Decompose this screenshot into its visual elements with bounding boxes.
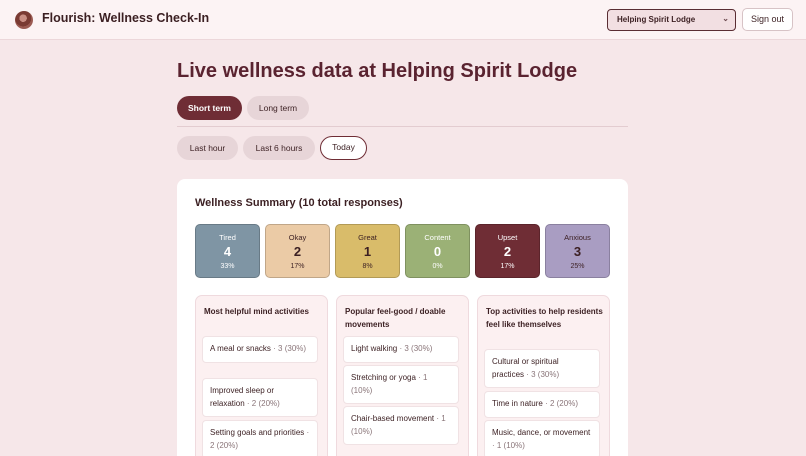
mood-label: Tired — [219, 233, 236, 242]
mood-percent: 0% — [432, 263, 443, 270]
lodge-select[interactable]: Helping Spirit Lodge ⌄ — [607, 9, 736, 31]
list-item: Light walking · 3 (30%) — [343, 336, 459, 363]
app-title: Flourish: Wellness Check-In — [42, 11, 210, 25]
mood-label: Content — [424, 233, 451, 242]
list-item: A meal or snacks · 3 (30%) — [202, 336, 318, 363]
item-meta: · 3 (30%) — [399, 344, 433, 353]
item-label: A meal or snacks — [210, 344, 271, 353]
mood-percent: 8% — [362, 263, 373, 270]
feel-like-themselves-panel: Top activities to help residents feel li… — [477, 295, 610, 456]
filter-today[interactable]: Today — [320, 136, 367, 160]
mood-tile-okay: Okay 2 17% — [265, 224, 330, 278]
mood-tile-great: Great 1 8% — [335, 224, 400, 278]
tab-long-term[interactable]: Long term — [247, 96, 309, 120]
list-item: Setting goals and priorities · 2 (20%) — [202, 420, 318, 456]
panel-title: Popular feel-good / doable movements — [345, 307, 446, 329]
mood-label: Upset — [497, 233, 518, 242]
list-item: Music, dance, or movement · 1 (10%) — [484, 420, 600, 456]
summary-title: Wellness Summary (10 total responses) — [195, 197, 403, 209]
mood-percent: 17% — [500, 263, 515, 270]
app-header: Flourish: Wellness Check-In Helping Spir… — [0, 0, 806, 40]
wellness-summary-card: Wellness Summary (10 total responses) Ti… — [177, 179, 628, 456]
mood-tile-tired: Tired 4 33% — [195, 224, 260, 278]
mood-percent: 33% — [220, 263, 235, 270]
app-logo-icon — [15, 11, 33, 29]
mood-tile-content: Content 0 0% — [405, 224, 470, 278]
item-label: Chair-based movement — [351, 414, 435, 423]
mood-count: 4 — [223, 244, 232, 259]
tab-short-term[interactable]: Short term — [177, 96, 242, 120]
chevron-down-icon: ⌄ — [722, 14, 729, 23]
list-item: Time in nature · 2 (20%) — [484, 391, 600, 418]
item-label: Music, dance, or movement — [492, 428, 591, 437]
mood-tile-upset: Upset 2 17% — [475, 224, 540, 278]
panel-title: Top activities to help residents feel li… — [486, 307, 603, 329]
filter-last-hour[interactable]: Last hour — [177, 136, 238, 160]
panel-title: Most helpful mind activities — [204, 307, 309, 316]
item-meta: · 3 (30%) — [273, 344, 307, 353]
item-meta: · 3 (30%) — [526, 369, 560, 379]
mind-activities-panel: Most helpful mind activities A meal or s… — [195, 295, 328, 456]
list-item: Improved sleep or relaxation · 2 (20%) — [202, 378, 318, 417]
item-label: Setting goals and priorities — [210, 428, 305, 437]
mood-percent: 17% — [290, 263, 305, 270]
list-item: Stretching or yoga · 1 (10%) — [343, 365, 459, 404]
list-item: Cultural or spiritual practices · 3 (30%… — [484, 349, 600, 388]
item-meta: · 1 (10%) — [492, 440, 525, 450]
filter-last-6-hours[interactable]: Last 6 hours — [243, 136, 315, 160]
mood-tile-anxious: Anxious 3 25% — [545, 224, 610, 278]
mood-label: Anxious — [564, 233, 591, 242]
mood-count: 3 — [573, 244, 582, 259]
mood-count: 1 — [363, 244, 372, 259]
item-label: Light walking — [351, 344, 398, 353]
movements-panel: Popular feel-good / doable movements Lig… — [336, 295, 469, 456]
mood-label: Great — [358, 233, 377, 242]
item-meta: · 2 (20%) — [545, 399, 578, 408]
mood-count: 2 — [293, 244, 302, 259]
mood-percent: 25% — [570, 263, 585, 270]
page-title: Live wellness data at Helping Spirit Lod… — [177, 60, 578, 82]
divider — [177, 126, 628, 127]
list-item: Chair-based movement · 1 (10%) — [343, 406, 459, 445]
sign-out-button[interactable]: Sign out — [742, 8, 793, 31]
mood-count: 0 — [433, 244, 442, 259]
item-meta: · 2 (20%) — [246, 398, 280, 408]
lodge-select-value: Helping Spirit Lodge — [617, 15, 696, 24]
mood-count: 2 — [503, 244, 512, 259]
item-label: Stretching or yoga — [351, 373, 416, 382]
mood-label: Okay — [288, 233, 307, 242]
item-label: Time in nature — [492, 399, 543, 408]
